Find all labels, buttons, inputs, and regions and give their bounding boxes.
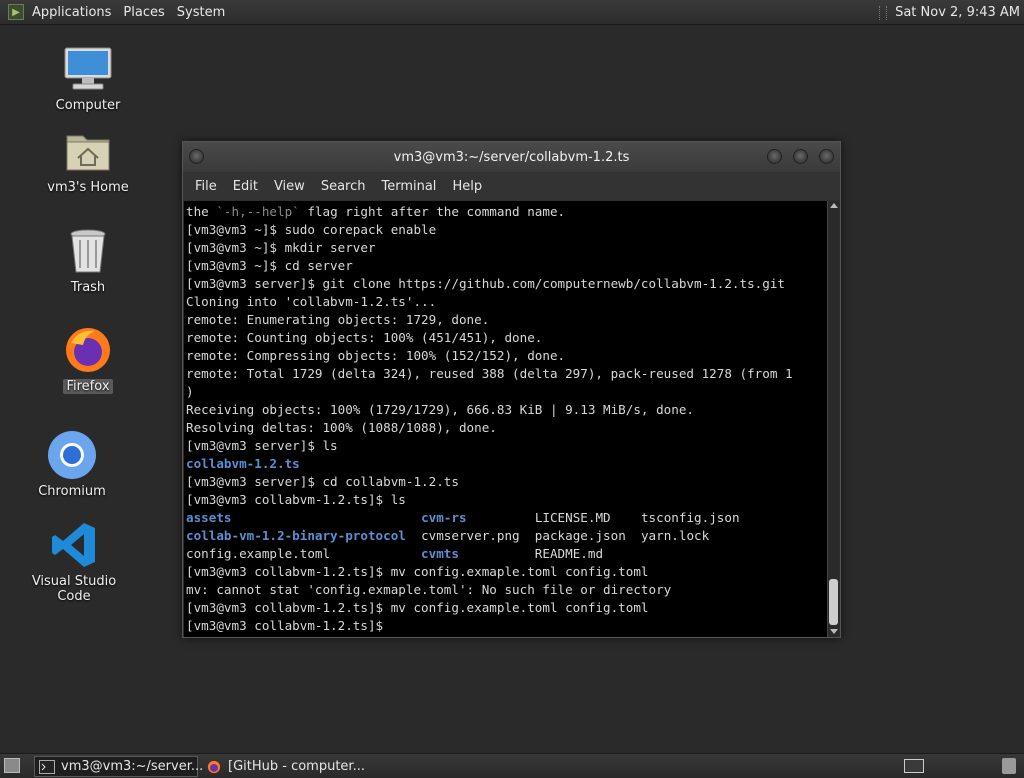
desktop-icon-label: Visual Studio Code	[31, 574, 117, 604]
menu-help[interactable]: Help	[444, 179, 490, 194]
home-folder-icon	[63, 126, 113, 176]
minimize-button[interactable]	[767, 149, 782, 164]
applications-menu-icon[interactable]: ▶	[8, 4, 24, 20]
ls-entry: yarn.lock	[640, 528, 710, 543]
window-menu-button[interactable]	[189, 149, 204, 164]
ls-entry: collab-vm-1.2-binary-protocol	[186, 528, 406, 543]
ls-entry: cvmserver.png	[421, 528, 535, 543]
desktop-icon-label: Chromium	[38, 484, 106, 499]
close-button[interactable]	[819, 149, 834, 164]
terminal-line: Receiving objects: 100% (1729/1729), 666…	[186, 402, 694, 417]
show-desktop-icon[interactable]	[4, 758, 20, 773]
taskbar-item-label: [GitHub - computer...	[228, 759, 365, 774]
ls-entry: cvm-rs	[421, 510, 467, 525]
firefox-icon	[63, 325, 113, 375]
terminal-line: remote: Counting objects: 100% (451/451)…	[186, 330, 543, 345]
desktop-icon-trash[interactable]: Trash	[33, 226, 143, 295]
terminal-scrollbar[interactable]	[827, 201, 839, 637]
menu-terminal[interactable]: Terminal	[373, 179, 444, 194]
computer-icon	[63, 44, 113, 94]
ls-entry: assets	[186, 510, 232, 525]
desktop-icon-home[interactable]: vm3's Home	[33, 126, 143, 195]
window-titlebar[interactable]: vm3@vm3:~/server/collabvm-1.2.ts	[183, 142, 840, 172]
desktop-icon-label: Trash	[70, 280, 106, 295]
terminal-line: )	[186, 384, 194, 399]
trash-icon	[63, 226, 113, 276]
clock-area: Sat Nov 2, 9:43 AM	[879, 0, 1020, 25]
desktop-icon-label: Firefox	[63, 379, 113, 394]
terminal-line: [vm3@vm3 collabvm-1.2.ts]$ mv config.exa…	[186, 600, 649, 615]
terminal-output[interactable]: the `-h,--help` flag right after the com…	[184, 201, 828, 637]
desktop-icon-chromium[interactable]: Chromium	[17, 430, 127, 499]
terminal-line: Resolving deltas: 100% (1088/1088), done…	[186, 420, 497, 435]
terminal-line: remote: Enumerating objects: 1729, done.	[186, 312, 490, 327]
terminal-line: [vm3@vm3 collabvm-1.2.ts]$	[186, 618, 391, 633]
menu-places[interactable]: Places	[117, 0, 170, 25]
terminal-line: mv: cannot stat 'config.exmaple.toml': N…	[186, 582, 672, 597]
terminal-line: [vm3@vm3 collabvm-1.2.ts]$ ls	[186, 492, 406, 507]
menu-edit[interactable]: Edit	[225, 179, 266, 194]
scrollbar-thumb[interactable]	[829, 579, 838, 625]
terminal-line: [vm3@vm3 server]$ cd collabvm-1.2.ts	[186, 474, 459, 489]
taskbar-item-terminal[interactable]: vm3@vm3:~/server...	[34, 756, 203, 777]
terminal-line: collabvm-1.2.ts	[186, 456, 300, 471]
terminal-icon	[39, 759, 55, 774]
ls-entry: LICENSE.MD	[534, 510, 641, 525]
trash-applet-icon[interactable]	[1002, 758, 1016, 774]
ls-entry: cvmts	[421, 546, 459, 561]
desktop-icon-label: Computer	[55, 98, 121, 113]
terminal-line: [vm3@vm3 ~]$ mkdir server	[186, 240, 376, 255]
ls-entry: README.md	[534, 546, 641, 561]
terminal-line: [vm3@vm3 server]$ ls	[186, 438, 338, 453]
menu-applications[interactable]: Applications	[26, 0, 117, 25]
top-panel: ▶ Applications Places System Sat Nov 2, …	[0, 0, 1024, 25]
menu-file[interactable]: File	[187, 179, 225, 194]
terminal-line: [vm3@vm3 ~]$ sudo corepack enable	[186, 222, 437, 237]
terminal-line: remote: Compressing objects: 100% (152/1…	[186, 348, 566, 363]
desktop-icon-label: vm3's Home	[47, 180, 129, 195]
ls-entry: package.json	[534, 528, 641, 543]
terminal-line: remote: Total 1729 (delta 324), reused 3…	[186, 366, 793, 381]
terminal-line: assets cvm-rs LICENSE.MD tsconfig.json	[186, 509, 828, 527]
desktop-icon-vscode[interactable]: Visual Studio Code	[19, 520, 129, 604]
terminal-line: [vm3@vm3 ~]$ cd server	[186, 258, 353, 273]
terminal-menubar: File Edit View Search Terminal Help	[183, 172, 840, 200]
scroll-up-arrow-icon[interactable]	[830, 203, 838, 208]
menu-system[interactable]: System	[171, 0, 231, 25]
menu-search[interactable]: Search	[313, 179, 374, 194]
terminal-line: [vm3@vm3 server]$ git clone https://gith…	[186, 276, 785, 291]
bottom-panel: vm3@vm3:~/server... [GitHub - computer..…	[0, 753, 1024, 778]
vscode-icon	[49, 520, 99, 570]
workspace-switcher[interactable]	[904, 759, 924, 773]
panel-separator	[879, 5, 888, 20]
desktop-icon-computer[interactable]: Computer	[33, 44, 143, 113]
terminal-line: Cloning into 'collabvm-1.2.ts'...	[186, 294, 437, 309]
ls-entry: config.example.toml	[186, 546, 422, 561]
scroll-down-arrow-icon[interactable]	[830, 629, 838, 634]
terminal-line: [vm3@vm3 collabvm-1.2.ts]$ mv config.exm…	[186, 564, 649, 579]
window-title: vm3@vm3:~/server/collabvm-1.2.ts	[393, 149, 630, 165]
terminal-line: the `-h,--help` flag right after the com…	[186, 204, 566, 219]
chromium-icon	[47, 430, 97, 480]
menu-view[interactable]: View	[266, 179, 313, 194]
firefox-icon	[207, 760, 221, 773]
desktop-icon-firefox[interactable]: Firefox	[33, 325, 143, 394]
taskbar-item-firefox[interactable]: [GitHub - computer...	[202, 756, 366, 777]
ls-entry: tsconfig.json	[640, 510, 740, 525]
maximize-button[interactable]	[793, 149, 808, 164]
terminal-line: config.example.toml cvmts README.md	[186, 545, 828, 563]
taskbar-item-label: vm3@vm3:~/server...	[61, 759, 204, 774]
terminal-line: collab-vm-1.2-binary-protocol cvmserver.…	[186, 527, 828, 545]
terminal-window[interactable]: vm3@vm3:~/server/collabvm-1.2.ts File Ed…	[182, 141, 841, 638]
clock[interactable]: Sat Nov 2, 9:43 AM	[895, 5, 1020, 20]
